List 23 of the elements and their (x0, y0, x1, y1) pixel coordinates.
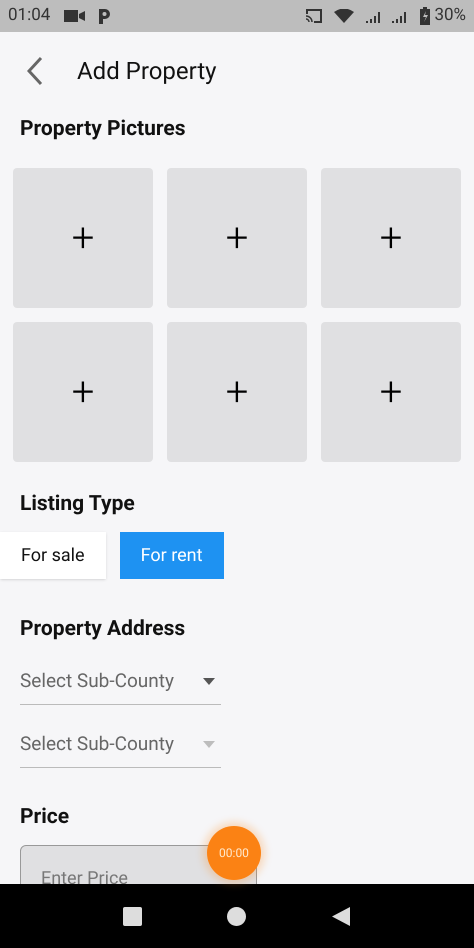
video-camera-icon (64, 9, 86, 23)
recents-button[interactable] (122, 906, 142, 926)
section-title: Property Address (19, 616, 186, 643)
section-title: Property Pictures (19, 116, 187, 143)
add-picture-button[interactable]: + (167, 322, 307, 462)
wifi-icon (334, 9, 354, 23)
battery-icon (420, 7, 430, 25)
cast-icon (304, 8, 324, 24)
status-time: 01:04 (8, 4, 50, 28)
back-nav-button[interactable] (332, 906, 352, 926)
add-picture-button[interactable]: + (167, 168, 307, 308)
battery-level: 30% (434, 4, 466, 28)
add-picture-button[interactable]: + (13, 322, 153, 462)
section-title: Price (19, 804, 70, 830)
home-button[interactable] (227, 906, 246, 926)
section-title: Listing Type (19, 490, 136, 518)
add-picture-button[interactable]: + (13, 168, 153, 308)
p-icon (98, 8, 110, 24)
sub-county-dropdown[interactable]: Select Sub-County (20, 660, 221, 704)
add-picture-button[interactable]: + (321, 322, 461, 462)
add-picture-button[interactable]: + (321, 168, 461, 308)
page-title: Add Property (77, 56, 217, 87)
listing-type-toggle[interactable]: For sale (0, 532, 106, 579)
